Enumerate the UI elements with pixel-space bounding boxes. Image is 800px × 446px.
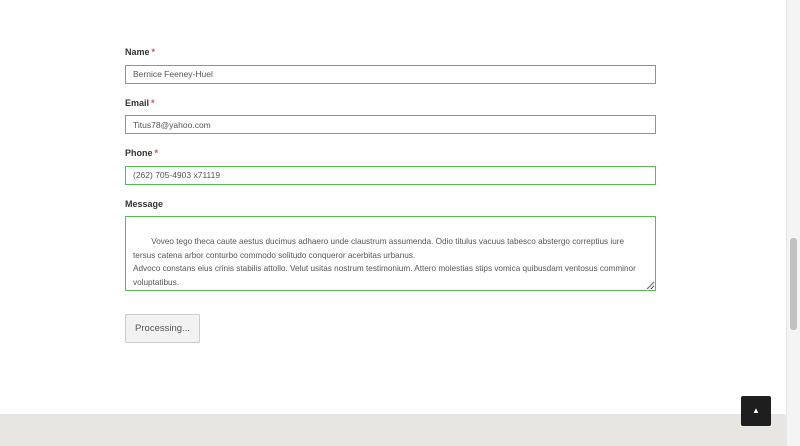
submit-button[interactable]: Processing... (125, 314, 200, 343)
message-label: Message (125, 198, 164, 209)
page-scrollbar[interactable] (786, 0, 800, 446)
email-group: Email * (125, 98, 656, 134)
required-marker: * (154, 148, 159, 158)
phone-field[interactable] (125, 165, 656, 185)
message-text: Voveo tego theca caute aestus ducimus ad… (133, 237, 636, 287)
phone-label: Phone * (125, 148, 656, 159)
required-marker: * (151, 47, 156, 57)
footer (0, 414, 786, 446)
contact-form: Name* Email* Phone* Message Voveo tego t… (125, 44, 656, 305)
email-field[interactable] (125, 115, 656, 134)
phone-group: Phone * (125, 148, 656, 185)
message-group: Message Voveo tego theca caute aestus du… (125, 199, 656, 291)
resize-handle[interactable] (648, 282, 654, 289)
scroll-to-top-button[interactable]: ▲ (741, 396, 771, 426)
chevron-up-icon: ▲ (752, 406, 760, 415)
required-marker: * (151, 97, 155, 108)
scrollbar-thumb[interactable] (790, 238, 797, 330)
email-label: Email * (125, 98, 656, 109)
name-label-text: Name (125, 47, 150, 57)
email-label-text: Email (125, 97, 150, 108)
phone-label-text: Phone (125, 148, 153, 158)
name-field[interactable] (125, 64, 656, 84)
name-group: Name * (125, 47, 656, 84)
name-label: Name * (125, 47, 656, 58)
message-field[interactable]: Voveo tego theca caute aestus ducimus ad… (125, 215, 656, 291)
page: Name* Email* Phone* Message Voveo tego t… (0, 0, 800, 446)
